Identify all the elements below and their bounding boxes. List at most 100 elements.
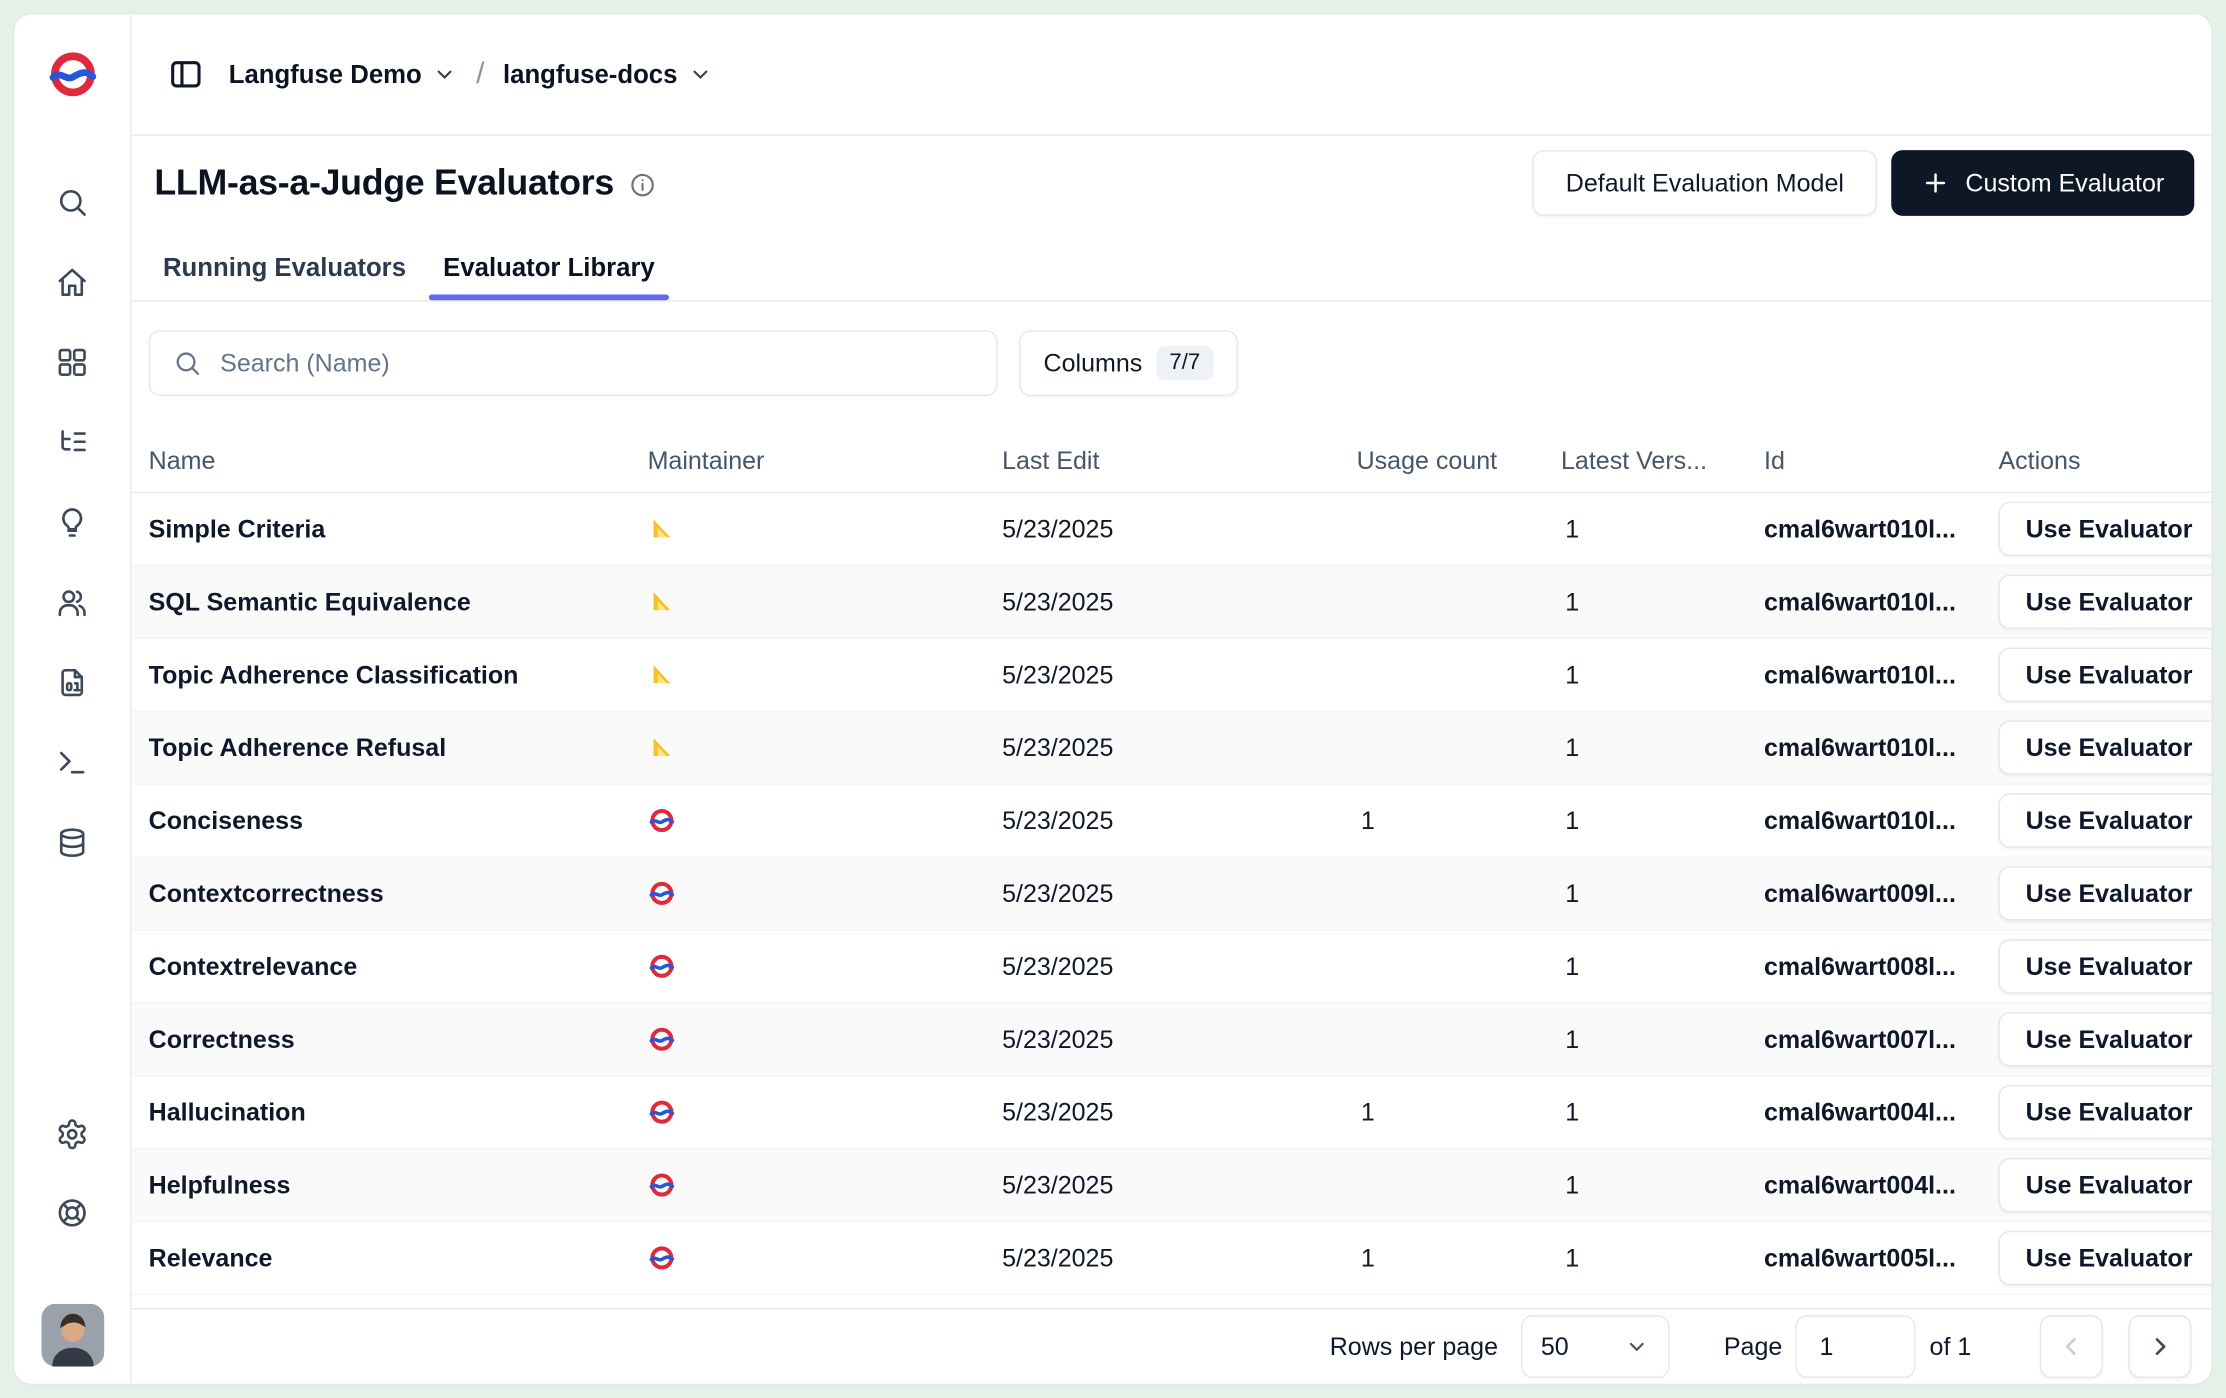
latest-version: 1 — [1561, 514, 1764, 544]
sidebar-item-prompts[interactable] — [42, 652, 102, 712]
use-evaluator-button[interactable]: Use Evaluator — [1998, 939, 2211, 993]
sidebar-item-playground[interactable] — [42, 732, 102, 792]
table-row[interactable]: Contextcorrectness 5/23/2025 1 cmal6wart… — [132, 858, 2212, 931]
user-avatar[interactable] — [41, 1304, 104, 1367]
last-edit: 5/23/2025 — [1002, 1024, 1357, 1054]
page-title: LLM-as-a-Judge Evaluators — [154, 162, 614, 203]
info-icon[interactable] — [630, 172, 657, 199]
maintainer-cell — [648, 660, 1003, 689]
columns-button[interactable]: Columns 7/7 — [1019, 330, 1237, 396]
tab-evaluator-library[interactable]: Evaluator Library — [429, 236, 669, 300]
search-input[interactable] — [220, 348, 973, 378]
evaluator-id: cmal6wart010l... — [1764, 660, 1998, 690]
table-body: Simple Criteria 5/23/2025 1 cmal6wart010… — [132, 493, 2212, 1308]
table-row[interactable]: Conciseness 5/23/2025 1 1 cmal6wart010l.… — [132, 785, 2212, 858]
use-evaluator-button[interactable]: Use Evaluator — [1998, 502, 2211, 556]
latest-version: 1 — [1561, 660, 1764, 690]
evaluator-id: cmal6wart004l... — [1764, 1170, 1998, 1200]
ragas-icon — [648, 588, 677, 617]
use-evaluator-button[interactable]: Use Evaluator — [1998, 1085, 2211, 1139]
next-page-button[interactable] — [2129, 1315, 2192, 1378]
table-header: Name Maintainer Last Edit Usage count La… — [132, 429, 2212, 493]
lifebuoy-icon — [56, 1196, 89, 1229]
sidebar-item-settings[interactable] — [42, 1104, 102, 1164]
file-digit-icon — [56, 665, 89, 698]
custom-evaluator-label: Custom Evaluator — [1965, 168, 2164, 198]
default-evaluation-model-button[interactable]: Default Evaluation Model — [1533, 150, 1877, 216]
title-row: LLM-as-a-Judge Evaluators Default Evalua… — [132, 150, 2212, 216]
panel-toggle-icon — [167, 56, 204, 93]
latest-version: 1 — [1561, 806, 1764, 836]
langfuse-icon — [648, 1244, 677, 1273]
use-evaluator-button[interactable]: Use Evaluator — [1998, 793, 2211, 847]
use-evaluator-button[interactable]: Use Evaluator — [1998, 575, 2211, 629]
latest-version: 1 — [1561, 1243, 1764, 1273]
sidebar-item-evaluation[interactable] — [42, 492, 102, 552]
avatar-photo-icon — [41, 1304, 104, 1367]
table-row[interactable]: Hallucination 5/23/2025 1 1 cmal6wart004… — [132, 1076, 2212, 1149]
page-label: Page — [1724, 1332, 1782, 1362]
evaluator-name: SQL Semantic Equivalence — [149, 587, 648, 617]
table-row[interactable]: Relevance 5/23/2025 1 1 cmal6wart005l...… — [132, 1222, 2212, 1295]
evaluator-id: cmal6wart004l... — [1764, 1097, 1998, 1127]
use-evaluator-button[interactable]: Use Evaluator — [1998, 866, 2211, 920]
evaluator-id: cmal6wart010l... — [1764, 514, 1998, 544]
latest-version: 1 — [1561, 1097, 1764, 1127]
sidebar-item-support[interactable] — [42, 1182, 102, 1242]
evaluator-name: Topic Adherence Classification — [149, 660, 648, 690]
last-edit: 5/23/2025 — [1002, 587, 1357, 617]
sidebar-bottom — [41, 1104, 104, 1367]
evaluator-id: cmal6wart010l... — [1764, 806, 1998, 836]
column-header-maintainer: Maintainer — [648, 445, 1003, 475]
rows-per-page-select[interactable]: 50 — [1521, 1315, 1670, 1378]
sidebar-item-tracing[interactable] — [42, 412, 102, 472]
breadcrumb-org[interactable]: Langfuse Demo — [229, 59, 458, 89]
list-tree-icon — [56, 425, 89, 458]
use-evaluator-button[interactable]: Use Evaluator — [1998, 1231, 2211, 1285]
table-row[interactable]: SQL Semantic Equivalence 5/23/2025 1 cma… — [132, 566, 2212, 639]
home-icon — [56, 265, 89, 298]
sidebar-item-users[interactable] — [42, 572, 102, 632]
chevron-right-icon — [2146, 1332, 2175, 1361]
page-count-label: of 1 — [1930, 1332, 1972, 1362]
use-evaluator-button[interactable]: Use Evaluator — [1998, 720, 2211, 774]
table-row[interactable]: Correctness 5/23/2025 1 cmal6wart007l...… — [132, 1004, 2212, 1077]
previous-page-button[interactable] — [2040, 1315, 2103, 1378]
sidebar-item-dashboard[interactable] — [42, 332, 102, 392]
table-row[interactable]: Simple Criteria 5/23/2025 1 cmal6wart010… — [132, 493, 2212, 566]
custom-evaluator-button[interactable]: Custom Evaluator — [1891, 150, 2194, 216]
breadcrumb-project[interactable]: langfuse-docs — [503, 59, 713, 89]
main-area: Langfuse Demo / langfuse-docs LLM-as-a-J… — [132, 14, 2212, 1383]
table-row[interactable]: Contextrelevance 5/23/2025 1 cmal6wart00… — [132, 931, 2212, 1004]
table-row[interactable]: Topic Adherence Refusal 5/23/2025 1 cmal… — [132, 712, 2212, 785]
sidebar-item-datasets[interactable] — [42, 812, 102, 872]
search-box — [149, 330, 998, 396]
tab-running-evaluators[interactable]: Running Evaluators — [149, 236, 421, 300]
page-number-input[interactable] — [1795, 1315, 1915, 1378]
table-row[interactable]: Topic Adherence Classification 5/23/2025… — [132, 639, 2212, 712]
use-evaluator-button[interactable]: Use Evaluator — [1998, 648, 2211, 702]
langfuse-icon — [648, 806, 677, 835]
evaluator-name: Contextrelevance — [149, 951, 648, 981]
chevron-down-icon — [1624, 1334, 1650, 1360]
use-evaluator-button[interactable]: Use Evaluator — [1998, 1012, 2211, 1066]
topbar: Langfuse Demo / langfuse-docs — [132, 14, 2212, 136]
langfuse-logo[interactable] — [44, 46, 101, 103]
maintainer-cell — [648, 515, 1003, 544]
evaluator-name: Simple Criteria — [149, 514, 648, 544]
maintainer-cell — [648, 733, 1003, 762]
sidebar-item-search[interactable] — [42, 172, 102, 232]
app-root: Langfuse Demo / langfuse-docs LLM-as-a-J… — [0, 0, 2226, 1398]
langfuse-icon — [648, 879, 677, 908]
sidebar-toggle-button[interactable] — [160, 49, 211, 100]
evaluator-name: Correctness — [149, 1024, 648, 1054]
last-edit: 5/23/2025 — [1002, 660, 1357, 690]
usage-count: 1 — [1357, 1097, 1561, 1127]
use-evaluator-button[interactable]: Use Evaluator — [1998, 1158, 2211, 1212]
table-row[interactable]: Helpfulness 5/23/2025 1 cmal6wart004l...… — [132, 1149, 2212, 1222]
sidebar-item-home[interactable] — [42, 252, 102, 312]
latest-version: 1 — [1561, 587, 1764, 617]
latest-version: 1 — [1561, 951, 1764, 981]
maintainer-cell — [648, 806, 1003, 835]
database-icon — [56, 826, 89, 859]
